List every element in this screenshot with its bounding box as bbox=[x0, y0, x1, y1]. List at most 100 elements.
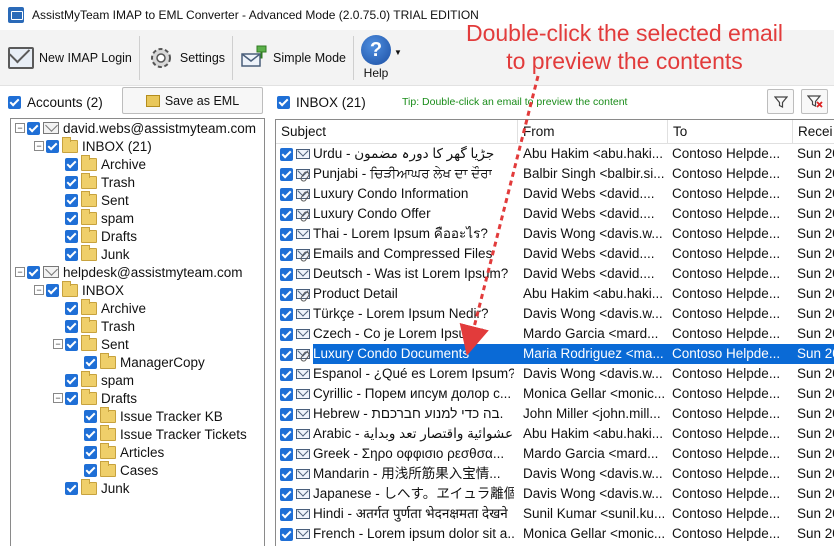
mail-row[interactable]: Czech - Co je Lorem Ipsum? Mardo Garcia <… bbox=[276, 324, 834, 344]
tree-item-checkbox[interactable] bbox=[65, 247, 78, 261]
tree-item-checkbox[interactable] bbox=[65, 391, 78, 405]
chevron-down-icon[interactable]: ▼ bbox=[394, 48, 402, 57]
tree-item-checkbox[interactable] bbox=[65, 373, 78, 387]
tree-item-checkbox[interactable] bbox=[65, 301, 78, 315]
tree-item-folder-drafts[interactable]: − Drafts bbox=[53, 388, 137, 407]
mail-row-checkbox[interactable] bbox=[280, 247, 293, 261]
mail-row[interactable]: Greek - Σηρο οφφισιο ρεσθσα... Mardo Garc… bbox=[276, 444, 834, 464]
tree-item-checkbox[interactable] bbox=[84, 409, 97, 423]
tree-item-folder-drafts[interactable]: Drafts bbox=[53, 226, 137, 245]
tree-item-folder-spam[interactable]: spam bbox=[53, 208, 134, 227]
mail-row[interactable]: Hebrew - בה כדי למנוע חברכםת. John Miller… bbox=[276, 404, 834, 424]
mail-row-checkbox[interactable] bbox=[280, 407, 293, 421]
tree-collapse-toggle[interactable]: − bbox=[53, 393, 63, 403]
mail-row[interactable]: Luxury Condo Offer David Webs <david.... C… bbox=[276, 204, 834, 224]
tree-item-checkbox[interactable] bbox=[65, 157, 78, 171]
mail-row-checkbox[interactable] bbox=[280, 167, 293, 181]
mail-row[interactable]: Product Detail Abu Hakim <abu.haki... Cont… bbox=[276, 284, 834, 304]
mail-row[interactable]: Mandarin - 用浅所筋果入宝情... Davis Wong <davis.… bbox=[276, 464, 834, 484]
tree-item-checkbox[interactable] bbox=[65, 229, 78, 243]
tree-item-folder-inbox[interactable]: − INBOX (21) bbox=[34, 136, 152, 155]
tree-item-checkbox[interactable] bbox=[65, 211, 78, 225]
simple-mode-button[interactable]: Simple Mode bbox=[236, 33, 350, 83]
mail-row-checkbox[interactable] bbox=[280, 267, 293, 281]
tree-item-folder-trash[interactable]: Trash bbox=[53, 172, 135, 191]
tree-item-checkbox[interactable] bbox=[65, 481, 78, 495]
tree-item-checkbox[interactable] bbox=[65, 175, 78, 189]
tree-item-checkbox[interactable] bbox=[27, 265, 40, 279]
tree-item-account-helpdesk[interactable]: − helpdesk@assistmyteam.com bbox=[15, 263, 243, 281]
mail-row[interactable]: Türkçe - Lorem Ipsum Nedir? Davis Wong <d… bbox=[276, 304, 834, 324]
tree-item-folder-issue-tracker-kb[interactable]: Issue Tracker KB bbox=[72, 406, 223, 425]
mail-row-checkbox[interactable] bbox=[280, 387, 293, 401]
tree-item-checkbox[interactable] bbox=[65, 337, 78, 351]
tree-collapse-toggle[interactable]: − bbox=[15, 267, 25, 277]
tree-collapse-toggle[interactable]: − bbox=[53, 339, 63, 349]
tree-item-folder-issue-tracker-tickets[interactable]: Issue Tracker Tickets bbox=[72, 424, 247, 443]
tree-item-checkbox[interactable] bbox=[84, 355, 97, 369]
tree-collapse-toggle[interactable]: − bbox=[15, 123, 25, 133]
tree-collapse-toggle[interactable]: − bbox=[34, 285, 44, 295]
mail-row[interactable]: Cyrillic - Порем ипсум долор с... Monica … bbox=[276, 384, 834, 404]
mail-row-checkbox[interactable] bbox=[280, 487, 293, 501]
mail-row-checkbox[interactable] bbox=[280, 347, 293, 361]
mail-row-checkbox[interactable] bbox=[280, 507, 293, 521]
tree-item-folder-junk[interactable]: Junk bbox=[53, 478, 130, 497]
tree-item-checkbox[interactable] bbox=[46, 139, 59, 153]
tree-item-folder-spam[interactable]: spam bbox=[53, 370, 134, 389]
mail-row-checkbox[interactable] bbox=[280, 367, 293, 381]
tree-item-folder-junk[interactable]: Junk bbox=[53, 244, 130, 263]
tree-item-checkbox[interactable] bbox=[84, 445, 97, 459]
tree-item-checkbox[interactable] bbox=[65, 319, 78, 333]
mail-row[interactable]: Arabic - عشوائية واقتصار تعد وبداية Abu H… bbox=[276, 424, 834, 444]
column-header-received[interactable]: Recei bbox=[793, 120, 834, 144]
settings-button[interactable]: Settings bbox=[143, 33, 229, 83]
mail-row-checkbox[interactable] bbox=[280, 327, 293, 341]
new-imap-login-button[interactable]: New IMAP Login bbox=[4, 33, 136, 83]
mail-row-checkbox[interactable] bbox=[280, 207, 293, 221]
mail-row-checkbox[interactable] bbox=[280, 427, 293, 441]
mail-row[interactable]: Hindi - अतर्गत पुर्णता भेदनक्षमता देखने S… bbox=[276, 504, 834, 524]
mail-row[interactable]: French - Lorem ipsum dolor sit a... Monic… bbox=[276, 524, 834, 544]
mail-row[interactable]: Urdu - جڑیا گھر کا دورہ مضمون Abu Hakim <… bbox=[276, 144, 834, 164]
tree-item-folder-articles[interactable]: Articles bbox=[72, 442, 164, 461]
tree-item-folder-trash[interactable]: Trash bbox=[53, 316, 135, 335]
save-as-eml-button[interactable]: Save as EML bbox=[122, 87, 263, 114]
mail-row-checkbox[interactable] bbox=[280, 447, 293, 461]
mail-row[interactable]: Luxury Condo Information David Webs <davi… bbox=[276, 184, 834, 204]
tree-item-account-david-webs[interactable]: − david.webs@assistmyteam.com bbox=[15, 119, 256, 137]
tree-item-checkbox[interactable] bbox=[84, 427, 97, 441]
tree-item-checkbox[interactable] bbox=[84, 463, 97, 477]
column-header-to[interactable]: To bbox=[668, 120, 793, 144]
mail-row[interactable]: Luxury Condo Documents Maria Rodriguez <m… bbox=[276, 344, 834, 364]
mail-row-checkbox[interactable] bbox=[280, 227, 293, 241]
tree-collapse-toggle[interactable]: − bbox=[34, 141, 44, 151]
column-header-subject[interactable]: Subject bbox=[276, 120, 518, 144]
inbox-select-all-checkbox[interactable] bbox=[277, 95, 290, 109]
tree-item-checkbox[interactable] bbox=[46, 283, 59, 297]
tree-item-folder-manager-copy[interactable]: ManagerCopy bbox=[72, 352, 205, 371]
help-button[interactable]: ? Help ▼ bbox=[357, 33, 406, 83]
mail-row[interactable]: Japanese - しへす。ヱイュラ離個... Davis Wong <davi… bbox=[276, 484, 834, 504]
mail-row[interactable]: Espanol - ¿Qué es Lorem Ipsum? Davis Wong… bbox=[276, 364, 834, 384]
tree-item-checkbox[interactable] bbox=[65, 193, 78, 207]
clear-filter-button[interactable] bbox=[801, 89, 828, 114]
tree-item-checkbox[interactable] bbox=[27, 121, 40, 135]
mail-row[interactable]: Emails and Compressed Files David Webs <d… bbox=[276, 244, 834, 264]
column-header-from[interactable]: From bbox=[518, 120, 668, 144]
mail-row-checkbox[interactable] bbox=[280, 467, 293, 481]
filter-button[interactable] bbox=[767, 89, 794, 114]
mail-row-checkbox[interactable] bbox=[280, 287, 293, 301]
tree-item-folder-archive[interactable]: Archive bbox=[53, 154, 146, 173]
tree-item-folder-archive[interactable]: Archive bbox=[53, 298, 146, 317]
mail-row[interactable]: Deutsch - Was ist Lorem Ipsum? David Webs… bbox=[276, 264, 834, 284]
tree-item-folder-inbox[interactable]: − INBOX bbox=[34, 280, 124, 299]
tree-item-folder-cases[interactable]: Cases bbox=[72, 460, 158, 479]
accounts-checkbox[interactable] bbox=[8, 95, 21, 109]
mail-row-checkbox[interactable] bbox=[280, 307, 293, 321]
tree-item-folder-sent[interactable]: − Sent bbox=[53, 334, 129, 353]
tree-item-folder-sent[interactable]: Sent bbox=[53, 190, 129, 209]
mail-row[interactable]: Thai - Lorem Ipsum คืออะไร? Davis Wong <d… bbox=[276, 224, 834, 244]
mail-row-checkbox[interactable] bbox=[280, 147, 293, 161]
mail-row-checkbox[interactable] bbox=[280, 187, 293, 201]
